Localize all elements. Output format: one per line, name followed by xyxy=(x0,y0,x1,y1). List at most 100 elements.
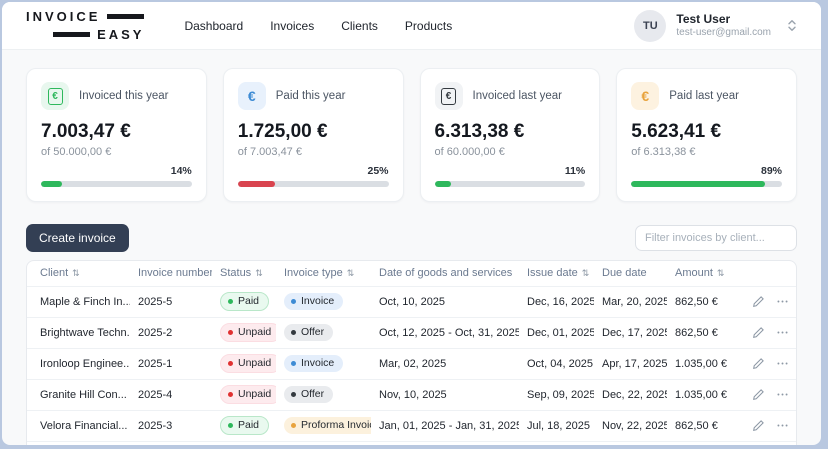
amount-cell: 689,97 € xyxy=(667,441,745,445)
status-badge: Unpaid xyxy=(220,323,276,342)
client-cell: Velora Financial... xyxy=(27,410,130,441)
stat-card-paid-last-year: € Paid last year 5.623,41 € of 6.313,38 … xyxy=(616,68,797,202)
table-row: Oakridge Solutio... 2025-6 Unpaid Profor… xyxy=(27,441,797,445)
amount-cell: 1.035,00 € xyxy=(667,348,745,379)
stat-card-percent: 89% xyxy=(631,165,782,177)
nav-item-products[interactable]: Products xyxy=(405,19,452,33)
stat-card-amount: 5.623,41 € xyxy=(631,121,782,143)
stat-card-target: of 7.003,47 € xyxy=(238,146,389,158)
column-header-status[interactable]: Status⇅ xyxy=(212,261,276,286)
invoice-number-cell: 2025-1 xyxy=(130,348,212,379)
status-dot xyxy=(228,330,233,335)
table-row: Ironloop Enginee... 2025-1 Unpaid Invoic… xyxy=(27,348,797,379)
more-actions-icon[interactable] xyxy=(776,326,789,339)
status-badge: Unpaid xyxy=(220,354,276,373)
euro-icon: € xyxy=(238,82,266,110)
edit-icon[interactable] xyxy=(752,388,765,401)
filter-invoices-input[interactable] xyxy=(635,225,797,251)
issue-date-cell: Oct, 04, 2025 xyxy=(519,348,594,379)
edit-icon[interactable] xyxy=(752,326,765,339)
user-email: test-user@gmail.com xyxy=(676,27,771,39)
progress-bar-fill xyxy=(238,181,276,187)
progress-bar xyxy=(41,181,192,187)
goods-date-cell: Feb, 19, 2025 - Mar, 19, 2025 xyxy=(371,441,519,445)
goods-date-cell: Nov, 10, 2025 xyxy=(371,379,519,410)
user-name: Test User xyxy=(676,12,771,28)
stat-cards: € Invoiced this year 7.003,47 € of 50.00… xyxy=(26,68,797,202)
column-header-client[interactable]: Client⇅ xyxy=(27,261,130,286)
stat-card-target: of 6.313,38 € xyxy=(631,146,782,158)
sort-icon: ⇅ xyxy=(347,269,355,279)
status-badge: Paid xyxy=(220,416,269,435)
more-actions-icon[interactable] xyxy=(776,357,789,370)
status-dot xyxy=(228,361,233,366)
stat-card-amount: 6.313,38 € xyxy=(435,121,586,143)
column-header-goods-date: Date of goods and services xyxy=(371,261,519,286)
sort-icon: ⇅ xyxy=(582,269,590,279)
type-dot xyxy=(291,330,296,335)
app-window: INVOICE EASY Dashboard Invoices Clients … xyxy=(2,2,821,445)
euro-banknote-icon: € xyxy=(41,82,69,110)
status-dot xyxy=(228,423,233,428)
table-row: Velora Financial... 2025-3 Paid Proforma… xyxy=(27,410,797,441)
edit-icon[interactable] xyxy=(752,295,765,308)
edit-icon[interactable] xyxy=(752,357,765,370)
create-invoice-button[interactable]: Create invoice xyxy=(26,224,129,252)
due-date-cell: Dec, 22, 2025 xyxy=(594,379,667,410)
goods-date-cell: Oct, 12, 2025 - Oct, 31, 2025 xyxy=(371,317,519,348)
table-row: Granite Hill Con... 2025-4 Unpaid Offer … xyxy=(27,379,797,410)
invoice-number-cell: 2025-5 xyxy=(130,286,212,317)
user-menu[interactable]: TU Test User test-user@gmail.com xyxy=(634,10,797,42)
client-cell: Ironloop Enginee... xyxy=(27,348,130,379)
invoice-type-badge: Offer xyxy=(284,324,333,341)
euro-banknote-icon: € xyxy=(435,82,463,110)
progress-bar-fill xyxy=(435,181,452,187)
column-header-issue-date[interactable]: Issue date⇅ xyxy=(519,261,594,286)
app-logo[interactable]: INVOICE EASY xyxy=(26,9,144,42)
stat-card-amount: 7.003,47 € xyxy=(41,121,192,143)
stat-card-target: of 50.000,00 € xyxy=(41,146,192,158)
top-navbar: INVOICE EASY Dashboard Invoices Clients … xyxy=(2,2,821,50)
status-badge: Unpaid xyxy=(220,385,276,404)
logo-bar-bottom xyxy=(53,32,90,37)
more-actions-icon[interactable] xyxy=(776,419,789,432)
dashboard-content: € Invoiced this year 7.003,47 € of 50.00… xyxy=(2,50,821,445)
issue-date-cell: Jun, 21, 2025 xyxy=(519,441,594,445)
column-header-invoice-type[interactable]: Invoice type⇅ xyxy=(276,261,371,286)
column-header-invoice-number[interactable]: Invoice number⇅ xyxy=(130,261,212,286)
euro-icon: € xyxy=(631,82,659,110)
due-date-cell: May, 08, 2025 xyxy=(594,441,667,445)
invoice-toolbar: Create invoice xyxy=(26,224,797,252)
client-cell: Maple & Finch In... xyxy=(27,286,130,317)
type-dot xyxy=(291,423,296,428)
amount-cell: 862,50 € xyxy=(667,286,745,317)
nav-item-invoices[interactable]: Invoices xyxy=(270,19,314,33)
invoice-type-badge: Invoice xyxy=(284,355,343,372)
status-dot xyxy=(228,299,233,304)
nav-item-dashboard[interactable]: Dashboard xyxy=(184,19,243,33)
amount-cell: 1.035,00 € xyxy=(667,379,745,410)
goods-date-cell: Jan, 01, 2025 - Jan, 31, 2025 xyxy=(371,410,519,441)
edit-icon[interactable] xyxy=(752,419,765,432)
invoice-number-cell: 2025-2 xyxy=(130,317,212,348)
progress-bar-fill xyxy=(41,181,62,187)
more-actions-icon[interactable] xyxy=(776,388,789,401)
nav-item-clients[interactable]: Clients xyxy=(341,19,378,33)
stat-card-label: Paid this year xyxy=(276,90,346,102)
sort-icon: ⇅ xyxy=(717,269,725,279)
table-row: Brightwave Techn... 2025-2 Unpaid Offer … xyxy=(27,317,797,348)
column-header-amount[interactable]: Amount⇅ xyxy=(667,261,745,286)
stat-card-label: Invoiced last year xyxy=(473,90,563,102)
progress-bar xyxy=(435,181,586,187)
status-dot xyxy=(228,392,233,397)
progress-bar xyxy=(631,181,782,187)
status-badge: Paid xyxy=(220,292,269,311)
invoice-type-badge: Proforma Invoice xyxy=(284,417,371,434)
client-cell: Brightwave Techn... xyxy=(27,317,130,348)
issue-date-cell: Dec, 16, 2025 xyxy=(519,286,594,317)
more-actions-icon[interactable] xyxy=(776,295,789,308)
sort-icon: ⇅ xyxy=(72,269,80,279)
invoice-type-badge: Offer xyxy=(284,386,333,403)
chevron-up-down-icon xyxy=(787,19,797,32)
stat-card-label: Invoiced this year xyxy=(79,90,169,102)
